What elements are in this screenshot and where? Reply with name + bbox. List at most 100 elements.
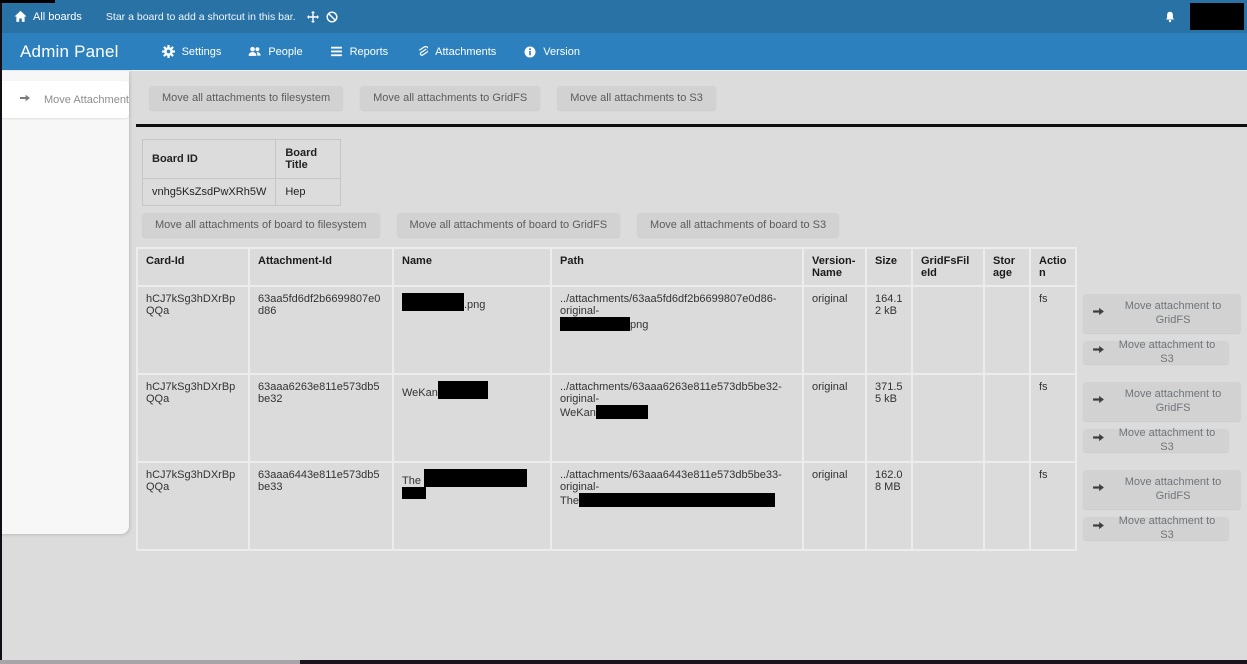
paperclip-icon (415, 45, 428, 58)
redacted-user-menu[interactable] (1190, 3, 1244, 30)
move-all-to-s3-button[interactable]: Move all attachments to S3 (557, 86, 716, 110)
cell-version-name: original (803, 462, 866, 550)
board-buttons-row: Move all attachments of board to filesys… (142, 213, 1247, 237)
attachment-row: hCJ7kSg3hDXrBpQQa 63aa5fd6df2b6699807e0d… (137, 286, 1245, 374)
board-title-cell: Hep (276, 179, 341, 206)
ban-icon[interactable] (325, 10, 339, 24)
arrow-right-icon (1092, 305, 1105, 322)
sidebar-item-move-attachment[interactable]: Move Attachment (0, 81, 129, 118)
tab-attachments[interactable]: Attachments (415, 45, 496, 58)
move-attachment-to-gridfs-button[interactable]: Move attachment to GridFS (1083, 382, 1241, 421)
cell-row-buttons: Move attachment to GridFS Move attachmen… (1076, 286, 1245, 374)
top-navigation-bar: All boards Star a board to add a shortcu… (0, 0, 1247, 33)
sidebar-item-label: Move Attachment (44, 94, 129, 106)
attachments-table: Card-Id Attachment-Id Name Path Version-… (136, 247, 1246, 551)
cell-version-name: original (803, 286, 866, 374)
redacted-text (424, 469, 527, 487)
cell-path: ../attachments/63aaa6263e811e573db5be32-… (551, 374, 803, 462)
window-left-edge (0, 0, 2, 664)
arrow-right-icon (19, 91, 31, 109)
cell-version-name: original (803, 374, 866, 462)
people-icon (248, 45, 261, 58)
col-size: Size (866, 248, 912, 286)
col-attachment-id: Attachment-Id (249, 248, 393, 286)
cell-size: 164.12 kB (866, 286, 912, 374)
move-all-to-filesystem-button[interactable]: Move all attachments to filesystem (149, 86, 343, 110)
cell-action: fs (1030, 374, 1076, 462)
all-boards-link[interactable]: All boards (13, 10, 82, 24)
attachments-table-header-row: Card-Id Attachment-Id Name Path Version-… (137, 248, 1245, 286)
move-attachment-to-s3-button[interactable]: Move attachment to S3 (1083, 429, 1229, 452)
cell-attachment-id: 63aaa6443e811e573db5be33 (249, 462, 393, 550)
gear-icon (162, 45, 175, 58)
tab-reports[interactable]: Reports (330, 45, 389, 58)
tab-version[interactable]: Version (523, 45, 580, 58)
board-table-row: vnhg5KsZsdPwXRh5W Hep (143, 179, 341, 206)
window-top-edge (0, 0, 55, 3)
board-table: Board ID Board Title vnhg5KsZsdPwXRh5W H… (142, 139, 341, 206)
page-title: Admin Panel (20, 42, 119, 62)
cell-name: WeKan (393, 374, 551, 462)
home-icon (13, 10, 27, 24)
cell-storage (984, 374, 1030, 462)
info-icon (523, 45, 536, 58)
col-name: Name (393, 248, 551, 286)
notifications-bell-icon[interactable] (1164, 11, 1176, 23)
redacted-text (402, 487, 426, 499)
cell-row-buttons: Move attachment to GridFS Move attachmen… (1076, 374, 1245, 462)
global-buttons-row: Move all attachments to filesystem Move … (149, 86, 1247, 110)
tab-settings[interactable]: Settings (162, 45, 222, 58)
move-board-to-gridfs-button[interactable]: Move all attachments of board to GridFS (397, 213, 620, 237)
move-board-to-filesystem-button[interactable]: Move all attachments of board to filesys… (142, 213, 380, 237)
admin-panel-header: Admin Panel Settings People Reports Atta… (0, 33, 1247, 70)
move-board-to-s3-button[interactable]: Move all attachments of board to S3 (637, 213, 839, 237)
move-attachment-to-s3-button[interactable]: Move attachment to S3 (1083, 517, 1229, 540)
board-title-header: Board Title (276, 140, 341, 179)
redacted-text (596, 405, 648, 419)
cell-attachment-id: 63aa5fd6df2b6699807e0d86 (249, 286, 393, 374)
admin-tabs: Settings People Reports Attachments Vers… (162, 45, 580, 58)
redacted-text (560, 317, 630, 331)
board-id-header: Board ID (143, 140, 276, 179)
move-attachment-to-gridfs-button[interactable]: Move attachment to GridFS (1083, 470, 1241, 509)
arrow-right-icon (1092, 431, 1105, 448)
col-storage: Storage (984, 248, 1030, 286)
cell-card-id: hCJ7kSg3hDXrBpQQa (137, 286, 249, 374)
col-version-name: Version-Name (803, 248, 866, 286)
cell-path: ../attachments/63aaa6443e811e573db5be33-… (551, 462, 803, 550)
arrow-right-icon (1092, 519, 1105, 536)
cell-name: .png (393, 286, 551, 374)
shortcut-hint-text: Star a board to add a shortcut in this b… (106, 11, 296, 23)
col-gridfsfileid: GridFsFileId (912, 248, 984, 286)
move-all-to-gridfs-button[interactable]: Move all attachments to GridFS (360, 86, 540, 110)
cell-name: The (393, 462, 551, 550)
cell-gridfsfileid (912, 286, 984, 374)
main-content: Move all attachments to filesystem Move … (136, 71, 1247, 551)
tab-people-label: People (268, 46, 302, 58)
cell-path: ../attachments/63aa5fd6df2b6699807e0d86-… (551, 286, 803, 374)
horizontal-scrollbar[interactable] (0, 660, 300, 664)
tab-settings-label: Settings (182, 46, 222, 58)
move-shortcut-icon[interactable] (306, 10, 320, 24)
sidebar: Move Attachment (0, 71, 129, 534)
arrow-right-icon (1092, 393, 1105, 410)
cell-action: fs (1030, 462, 1076, 550)
cell-row-buttons: Move attachment to GridFS Move attachmen… (1076, 462, 1245, 550)
cell-gridfsfileid (912, 462, 984, 550)
attachment-row: hCJ7kSg3hDXrBpQQa 63aaa6443e811e573db5be… (137, 462, 1245, 550)
redacted-text (438, 381, 488, 399)
col-action: Action (1030, 248, 1076, 286)
tab-people[interactable]: People (248, 45, 302, 58)
redacted-text (579, 493, 775, 507)
divider (136, 124, 1247, 127)
move-attachment-to-gridfs-button[interactable]: Move attachment to GridFS (1083, 294, 1241, 333)
attachment-row: hCJ7kSg3hDXrBpQQa 63aaa6263e811e573db5be… (137, 374, 1245, 462)
cell-card-id: hCJ7kSg3hDXrBpQQa (137, 374, 249, 462)
tab-reports-label: Reports (350, 46, 389, 58)
tab-version-label: Version (543, 46, 580, 58)
cell-action: fs (1030, 286, 1076, 374)
cell-size: 371.55 kB (866, 374, 912, 462)
arrow-right-icon (1092, 343, 1105, 360)
cell-storage (984, 286, 1030, 374)
move-attachment-to-s3-button[interactable]: Move attachment to S3 (1083, 341, 1229, 364)
